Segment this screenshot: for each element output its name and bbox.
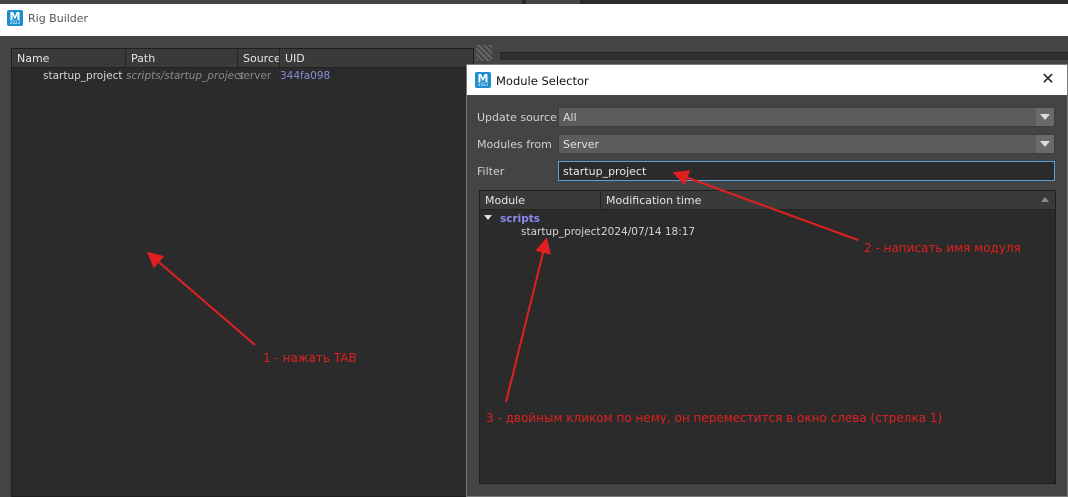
column-header-source[interactable]: Source	[238, 49, 280, 68]
column-header-name[interactable]: Name	[12, 49, 126, 68]
main-titlebar: M 2023 Rig Builder	[0, 0, 1068, 36]
maya-icon: M 2023	[7, 10, 23, 26]
filter-input[interactable]	[558, 161, 1055, 181]
maya-icon: M 2023	[475, 72, 491, 88]
module-tree[interactable]: Module Modification time scripts startup…	[479, 190, 1056, 484]
chevron-down-icon[interactable]	[1036, 108, 1054, 126]
row-name: startup_project	[43, 70, 123, 82]
update-source-value: All	[563, 111, 577, 124]
column-header-module[interactable]: Module	[480, 191, 601, 210]
item-modified: 2024/07/14 18:17	[601, 226, 696, 238]
expand-arrow-icon[interactable]	[484, 215, 492, 220]
sort-arrow-icon	[1041, 197, 1049, 202]
top-strip	[0, 0, 1068, 4]
modules-from-label: Modules from	[477, 138, 552, 151]
row-uid: 344fa098	[280, 70, 331, 82]
column-header-uid[interactable]: UID	[280, 49, 473, 68]
annotation-step-2: 2 - написать имя модуля	[864, 241, 1021, 255]
module-selector-dialog: M 2023 Module Selector ✕ Update source Al…	[466, 64, 1068, 497]
background-panel	[500, 52, 1068, 60]
close-icon[interactable]: ✕	[1039, 70, 1057, 88]
dialog-title: Module Selector	[496, 74, 589, 88]
column-header-path[interactable]: Path	[126, 49, 238, 68]
attributes-table[interactable]: Name Path Source UID startup_project scr…	[11, 48, 474, 497]
splitter-handle[interactable]	[476, 45, 492, 61]
dialog-titlebar: M 2023 Module Selector ✕	[467, 65, 1067, 95]
update-source-combo[interactable]: All	[558, 107, 1055, 127]
chevron-down-icon[interactable]	[1036, 135, 1054, 153]
window-title: Rig Builder	[28, 12, 89, 25]
tree-group-scripts[interactable]: scripts	[480, 212, 1055, 226]
annotation-step-1: 1 - нажать TAB	[263, 351, 357, 365]
update-source-label: Update source	[477, 111, 557, 124]
tree-header: Module Modification time	[480, 191, 1055, 210]
table-row[interactable]: startup_project scripts/startup_project …	[12, 69, 473, 84]
filter-label: Filter	[477, 165, 505, 178]
table-header: Name Path Source UID	[12, 49, 473, 68]
modules-from-combo[interactable]: Server	[558, 134, 1055, 154]
group-label: scripts	[500, 213, 541, 225]
row-source: server	[238, 70, 272, 82]
column-header-modification-time[interactable]: Modification time	[601, 191, 1055, 210]
annotation-step-3: 3 - двойным кликом по нему, он перемести…	[486, 411, 943, 425]
row-path: scripts/startup_project	[126, 70, 244, 82]
tree-item[interactable]: startup_project 2024/07/14 18:17	[480, 225, 1055, 239]
modules-from-value: Server	[563, 138, 600, 151]
item-module: startup_project	[521, 226, 601, 238]
